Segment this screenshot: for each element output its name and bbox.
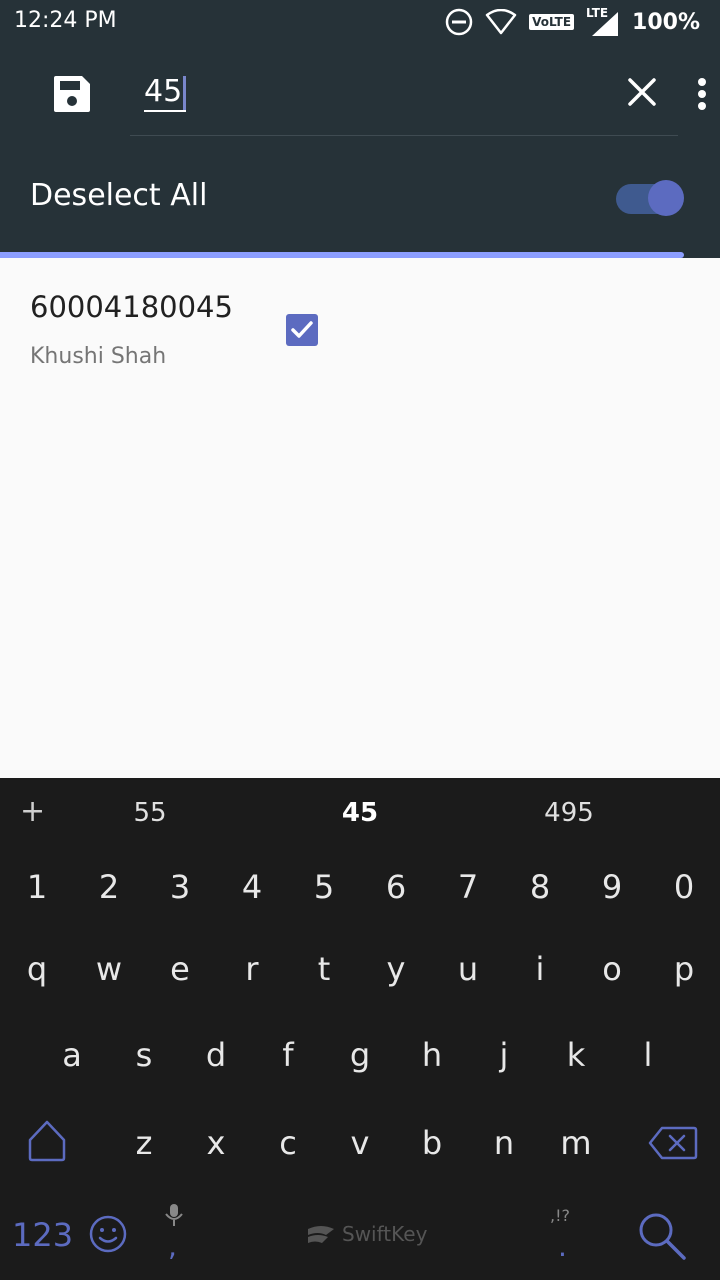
key-u[interactable]: u xyxy=(438,950,498,988)
key-t[interactable]: t xyxy=(294,950,354,988)
suggestion-bar: + 55 45 495 xyxy=(0,778,720,848)
key-4[interactable]: 4 xyxy=(222,868,282,906)
search-field[interactable]: 45 xyxy=(130,64,678,136)
key-g[interactable]: g xyxy=(330,1036,390,1074)
key-1[interactable]: 1 xyxy=(7,868,67,906)
deselect-all-label: Deselect All xyxy=(30,178,208,213)
contact-list: 60004180045 Khushi Shah xyxy=(0,258,720,778)
key-9[interactable]: 9 xyxy=(582,868,642,906)
key-s[interactable]: s xyxy=(114,1036,174,1074)
lte-signal-icon: LTE xyxy=(586,6,620,36)
toolbar-expand-button[interactable]: + xyxy=(20,794,45,829)
save-button[interactable] xyxy=(50,72,94,116)
emoji-icon xyxy=(89,1215,127,1253)
key-i[interactable]: i xyxy=(510,950,570,988)
search-value: 45 xyxy=(144,74,183,109)
toggle-thumb xyxy=(648,180,684,216)
save-icon xyxy=(54,76,90,112)
status-time: 12:24 PM xyxy=(14,8,117,33)
key-z[interactable]: z xyxy=(114,1124,174,1162)
spacebar-brand-label: SwiftKey xyxy=(342,1222,428,1246)
search-action-key[interactable] xyxy=(636,1210,688,1262)
key-3[interactable]: 3 xyxy=(150,868,210,906)
key-p[interactable]: p xyxy=(654,950,714,988)
app-toolbar: 45 Deselect All xyxy=(0,44,720,258)
key-w[interactable]: w xyxy=(79,950,139,988)
more-vert-icon xyxy=(698,78,706,110)
text-caret xyxy=(183,75,187,110)
period-key[interactable]: . xyxy=(558,1230,567,1263)
check-icon xyxy=(291,321,313,338)
search-input[interactable]: 45 xyxy=(144,74,187,112)
suggestion-center[interactable]: 45 xyxy=(300,798,420,828)
close-icon xyxy=(628,78,656,106)
item-contact-name: Khushi Shah xyxy=(30,344,167,369)
comma-label: , xyxy=(168,1230,177,1263)
key-l[interactable]: l xyxy=(618,1036,678,1074)
key-2[interactable]: 2 xyxy=(79,868,139,906)
suggestion-right[interactable]: 495 xyxy=(509,798,629,828)
punctuation-hint: ,!? xyxy=(550,1206,570,1225)
status-bar: 12:24 PM VoLTE LTE 100% xyxy=(0,0,720,44)
soft-keyboard: + 55 45 495 1 2 3 4 5 6 7 8 9 0 q w e r … xyxy=(0,778,720,1280)
numbers-toggle-key[interactable]: 123 xyxy=(12,1216,73,1254)
key-5[interactable]: 5 xyxy=(294,868,354,906)
key-y[interactable]: y xyxy=(366,950,426,988)
emoji-key[interactable] xyxy=(88,1214,128,1254)
key-v[interactable]: v xyxy=(330,1124,390,1162)
key-h[interactable]: h xyxy=(402,1036,462,1074)
key-d[interactable]: d xyxy=(186,1036,246,1074)
key-a[interactable]: a xyxy=(42,1036,102,1074)
microphone-icon xyxy=(165,1204,183,1226)
backspace-key[interactable] xyxy=(648,1126,698,1160)
key-k[interactable]: k xyxy=(546,1036,606,1074)
do-not-disturb-icon xyxy=(445,8,473,36)
key-j[interactable]: j xyxy=(474,1036,534,1074)
shift-key[interactable] xyxy=(26,1118,68,1164)
suggestion-left[interactable]: 55 xyxy=(90,798,210,828)
key-r[interactable]: r xyxy=(222,950,282,988)
spacebar[interactable]: SwiftKey xyxy=(306,1222,427,1246)
key-0[interactable]: 0 xyxy=(654,868,714,906)
backspace-icon xyxy=(648,1126,698,1160)
key-8[interactable]: 8 xyxy=(510,868,570,906)
key-b[interactable]: b xyxy=(402,1124,462,1162)
battery-percent: 100% xyxy=(632,9,700,35)
search-icon xyxy=(639,1213,686,1260)
item-phone-number: 60004180045 xyxy=(30,290,233,324)
overflow-menu-button[interactable] xyxy=(692,74,712,114)
deselect-all-toggle[interactable] xyxy=(616,180,686,216)
key-q[interactable]: q xyxy=(7,950,67,988)
key-n[interactable]: n xyxy=(474,1124,534,1162)
key-c[interactable]: c xyxy=(258,1124,318,1162)
swiftkey-logo-icon xyxy=(308,1226,334,1243)
key-e[interactable]: e xyxy=(150,950,210,988)
clear-search-button[interactable] xyxy=(624,74,660,110)
key-m[interactable]: m xyxy=(546,1124,606,1162)
volte-badge: VoLTE xyxy=(529,14,575,30)
shift-icon xyxy=(28,1120,66,1162)
item-checkbox[interactable] xyxy=(286,314,318,346)
wifi-icon xyxy=(485,9,517,35)
key-o[interactable]: o xyxy=(582,950,642,988)
key-x[interactable]: x xyxy=(186,1124,246,1162)
key-7[interactable]: 7 xyxy=(438,868,498,906)
status-icons: VoLTE LTE 100% xyxy=(445,6,700,38)
key-6[interactable]: 6 xyxy=(366,868,426,906)
key-f[interactable]: f xyxy=(258,1036,318,1074)
